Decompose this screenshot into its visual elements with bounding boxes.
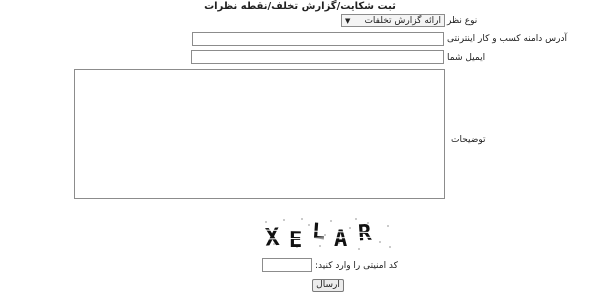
address-input[interactable] xyxy=(192,32,444,46)
captcha-char: R xyxy=(357,221,373,247)
captcha-char: L xyxy=(311,219,326,245)
description-label: توضیحات xyxy=(451,135,486,145)
captcha-char: A xyxy=(334,227,347,252)
captcha-label: کد امنیتی را وارد کنید: xyxy=(315,261,398,271)
email-label: ایمیل شما xyxy=(447,53,486,63)
address-label: آدرس دامنه کسب و کار اینترنتی xyxy=(447,34,568,44)
form-title: ثبت شکایت/گزارش تخلف/نقطه نظرات xyxy=(204,1,396,12)
captcha-char: E xyxy=(289,228,302,252)
type-label: نوع نظر xyxy=(447,16,478,26)
email-input[interactable] xyxy=(191,50,444,64)
chevron-down-icon: ▼ xyxy=(345,16,351,25)
captcha-input[interactable] xyxy=(262,258,312,272)
feedback-type-value: ارائه گزارش تخلفات xyxy=(364,15,441,26)
submit-button[interactable]: ارسال xyxy=(312,279,344,292)
captcha-graphic: X E L A R xyxy=(261,218,395,253)
captcha-image: X E L A R xyxy=(261,216,395,253)
captcha-char: X xyxy=(264,223,280,252)
description-textarea[interactable] xyxy=(74,69,445,199)
feedback-type-select[interactable]: ارائه گزارش تخلفات ▼ xyxy=(341,14,445,27)
